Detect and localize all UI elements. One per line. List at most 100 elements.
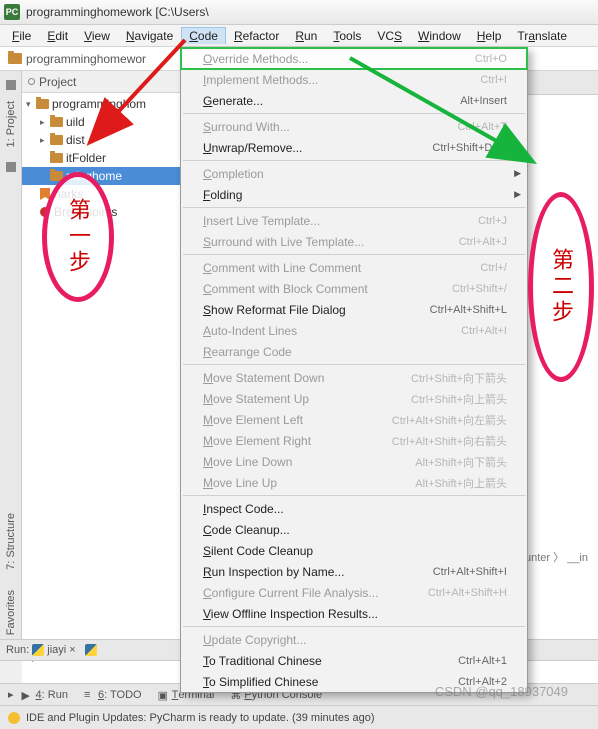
menu-item-label: Unwrap/Remove... — [203, 141, 302, 155]
window-title-bar: PC programminghomework [C:\Users\ — [0, 0, 598, 25]
shortcut: Ctrl+J — [478, 215, 507, 227]
menu-item-label: Inspect Code... — [203, 502, 284, 516]
menu-translate[interactable]: Translate — [509, 27, 575, 45]
menu-run[interactable]: Run — [287, 27, 325, 45]
tree-node[interactable]: narks — [22, 185, 183, 203]
folder-icon — [36, 99, 49, 109]
menu-item[interactable]: Silent Code Cleanup — [181, 540, 527, 561]
menu-item-label: Implement Methods... — [203, 73, 318, 87]
tree-label: minghome — [66, 169, 122, 183]
menu-view[interactable]: View — [76, 27, 118, 45]
menu-item: Surround With... Ctrl+Alt+T — [181, 116, 527, 137]
menu-item[interactable]: Unwrap/Remove... Ctrl+Shift+Dele — [181, 137, 527, 158]
menu-item[interactable]: Code Cleanup... — [181, 519, 527, 540]
tool-icon: ▣ — [158, 689, 169, 700]
shortcut: Ctrl+Alt+Shift+H — [428, 587, 507, 599]
menu-item-label: To Simplified Chinese — [203, 675, 318, 689]
target-icon — [28, 78, 35, 85]
tree-label: programminghom — [52, 97, 146, 111]
menu-refactor[interactable]: Refactor — [226, 27, 287, 45]
menu-item-label: Surround With... — [203, 120, 290, 134]
shortcut: Ctrl+Shift+Dele — [432, 142, 507, 154]
shortcut: Ctrl+Alt+I — [461, 325, 507, 337]
menu-item-label: Generate... — [203, 94, 263, 108]
shortcut: Ctrl+Shift+向下箭头 — [411, 370, 507, 386]
menu-item: Move Line DownAlt+Shift+向下箭头 — [181, 451, 527, 472]
shortcut: Ctrl+Alt+T — [457, 121, 507, 133]
menu-item: Comment with Line CommentCtrl+/ — [181, 257, 527, 278]
menu-help[interactable]: Help — [469, 27, 510, 45]
shortcut: Ctrl+Alt+Shift+向右箭头 — [392, 433, 507, 449]
menu-navigate[interactable]: Navigate — [118, 27, 181, 45]
run-tab[interactable]: jiayi — [47, 644, 66, 656]
menu-item[interactable]: Generate...Alt+Insert — [181, 90, 527, 111]
bookmark-icon — [40, 188, 50, 200]
menu-item-label: Move Element Right — [203, 434, 311, 448]
tree-node[interactable]: Breakpoints — [22, 203, 183, 221]
menu-item[interactable]: Inspect Code... — [181, 498, 527, 519]
menu-window[interactable]: Window — [410, 27, 469, 45]
tool-icon: ≡ — [84, 689, 95, 700]
menu-item-label: Move Line Up — [203, 476, 277, 490]
tab-project[interactable]: 1: Project — [3, 93, 19, 155]
project-tool-window: Project ▾programminghom▸uild▸dist itFolde… — [22, 71, 184, 659]
shortcut: Ctrl+Alt+Shift+向左箭头 — [392, 412, 507, 428]
menu-item: Insert Live Template...Ctrl+J — [181, 210, 527, 231]
menu-code[interactable]: Code — [181, 27, 226, 44]
shortcut: Ctrl+Shift+/ — [452, 283, 507, 295]
menu-item[interactable]: Run Inspection by Name...Ctrl+Alt+Shift+… — [181, 561, 527, 582]
menu-bar: FileEditViewNavigateCodeRefactorRunTools… — [0, 25, 598, 47]
menu-edit[interactable]: Edit — [39, 27, 76, 45]
folder-icon — [50, 135, 63, 145]
collapse-icon[interactable] — [6, 80, 16, 90]
folder-icon — [8, 53, 22, 64]
tool-window-button[interactable]: ≡6: TODO — [84, 689, 142, 701]
folder-icon — [50, 153, 63, 163]
tree-node[interactable]: ▸dist — [22, 131, 183, 149]
menu-item: Implement Methods...Ctrl+I — [181, 69, 527, 90]
project-header[interactable]: Project — [22, 71, 183, 93]
run-label: Run: — [6, 644, 29, 656]
tab-structure[interactable]: 7: Structure — [3, 505, 19, 578]
menu-item-label: Update Copyright... — [203, 633, 306, 647]
menu-item-label: Move Statement Down — [203, 371, 324, 385]
menu-item: Update Copyright... — [181, 629, 527, 650]
status-text: IDE and Plugin Updates: PyCharm is ready… — [26, 712, 375, 724]
project-tree[interactable]: ▾programminghom▸uild▸dist itFolder minghom… — [22, 93, 183, 223]
menu-item-label: Completion — [203, 167, 264, 181]
breakpoint-icon — [40, 207, 50, 217]
shortcut: Ctrl+Alt+1 — [458, 655, 507, 667]
menu-item: Surround with Live Template...Ctrl+Alt+J — [181, 231, 527, 252]
tree-node[interactable]: ▾programminghom — [22, 95, 183, 113]
folder-icon — [50, 171, 63, 181]
menu-item-label: View Offline Inspection Results... — [203, 607, 378, 621]
menu-item[interactable]: Show Reformat File DialogCtrl+Alt+Shift+… — [181, 299, 527, 320]
menu-item-label: Configure Current File Analysis... — [203, 586, 378, 600]
menu-item-label: Folding — [203, 188, 242, 202]
tool-window-tabs-left: 1: Project 7: Structure 2: Favorites — [0, 71, 22, 659]
menu-item[interactable]: To Traditional ChineseCtrl+Alt+1 — [181, 650, 527, 671]
window-title: programminghomework [C:\Users\ — [26, 5, 209, 19]
tree-node[interactable]: itFolder — [22, 149, 183, 167]
tree-node[interactable]: ▸uild — [22, 113, 183, 131]
tree-label: uild — [66, 115, 85, 129]
menu-item: Move Element LeftCtrl+Alt+Shift+向左箭头 — [181, 409, 527, 430]
menu-item-label: Silent Code Cleanup — [203, 544, 313, 558]
tree-label: dist — [66, 133, 85, 147]
status-bar: IDE and Plugin Updates: PyCharm is ready… — [0, 705, 598, 729]
tool-window-button[interactable]: ▶4: Run — [22, 689, 68, 701]
shortcut: Ctrl+Alt+Shift+I — [433, 566, 507, 578]
menu-item: Override Methods...Ctrl+O — [181, 48, 527, 69]
python-icon — [32, 644, 44, 656]
tree-node[interactable]: minghome — [22, 167, 183, 185]
code-menu-dropdown: Override Methods...Ctrl+OImplement Metho… — [180, 47, 528, 693]
shortcut: Ctrl+/ — [480, 262, 507, 274]
menu-vcs[interactable]: VCS — [369, 27, 410, 45]
menu-item[interactable]: Folding▶ — [181, 184, 527, 205]
tree-label: itFolder — [66, 151, 106, 165]
menu-tools[interactable]: Tools — [325, 27, 369, 45]
menu-item[interactable]: View Offline Inspection Results... — [181, 603, 527, 624]
menu-file[interactable]: File — [4, 27, 39, 45]
menu-item: Completion▶ — [181, 163, 527, 184]
menu-item: Move Statement UpCtrl+Shift+向上箭头 — [181, 388, 527, 409]
